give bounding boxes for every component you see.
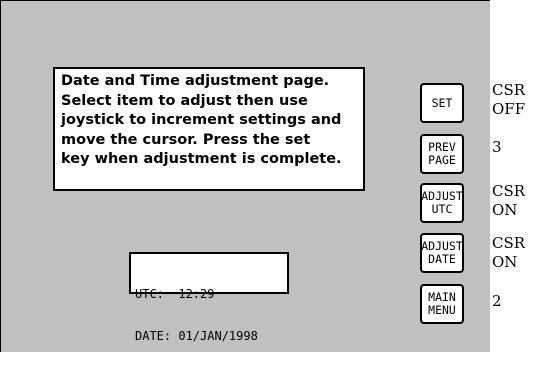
set-key-annotation: CSR OFF xyxy=(492,81,525,119)
main-menu-annotation-line-1: 2 xyxy=(492,292,502,310)
prev-page-button-label-2: PAGE xyxy=(428,153,456,167)
adjust-utc-key-annotation: CSR ON xyxy=(492,182,525,220)
date-readout: DATE: 01/JAN/1998 xyxy=(135,329,258,343)
instruction-line: move the cursor. Press the set xyxy=(61,131,311,148)
set-button-label: SET xyxy=(431,95,453,110)
main-menu-key-annotation: 2 xyxy=(492,292,502,311)
prev-page-annotation-line-1: 3 xyxy=(492,138,502,156)
adjust-utc-annotation-line-1: CSR xyxy=(492,182,526,200)
adjust-date-button-label-2: DATE xyxy=(428,252,456,266)
display-screen: Date and Time adjustment page. Select it… xyxy=(0,0,490,352)
set-annotation-line-1: CSR xyxy=(492,81,526,99)
instructions-panel: Date and Time adjustment page. Select it… xyxy=(53,67,365,191)
instruction-line: key when adjustment is complete. xyxy=(61,151,342,167)
prev-page-key-annotation: 3 xyxy=(492,138,502,157)
time-date-readout: UTC: 12:29 DATE: 01/JAN/1998 xyxy=(129,252,289,343)
adjust-utc-button[interactable]: ADJUST UTC xyxy=(420,183,464,223)
prev-page-button[interactable]: PREV PAGE xyxy=(420,134,464,174)
instruction-line: Date and Time adjustment page. xyxy=(61,73,330,89)
utc-readout: UTC: 12:29 xyxy=(135,287,215,301)
adjust-date-key-annotation: CSR ON xyxy=(492,234,525,272)
adjust-utc-button-label-2: UTC xyxy=(431,202,453,216)
adjust-date-button[interactable]: ADJUST DATE xyxy=(420,233,464,273)
main-menu-button-label-2: MENU xyxy=(428,303,456,317)
instruction-line: joystick to increment settings and xyxy=(61,112,342,128)
main-menu-button[interactable]: MAIN MENU xyxy=(420,284,464,324)
adjust-date-annotation-line-2: ON xyxy=(492,253,518,271)
set-annotation-line-2: OFF xyxy=(492,100,526,118)
adjust-date-annotation-line-1: CSR xyxy=(492,234,526,252)
instruction-line: Select item to adjust then use xyxy=(61,92,308,109)
adjust-utc-annotation-line-2: ON xyxy=(492,201,518,219)
set-button[interactable]: SET xyxy=(420,83,464,123)
